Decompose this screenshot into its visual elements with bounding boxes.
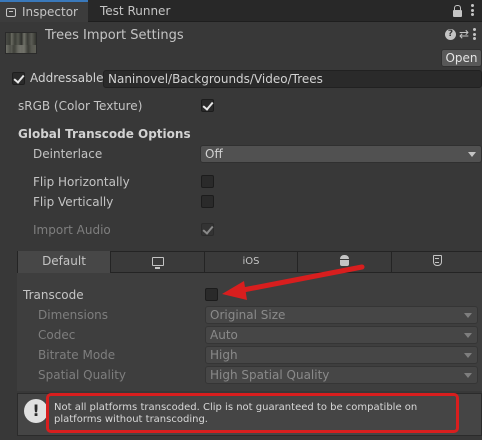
chevron-down-icon bbox=[468, 152, 476, 157]
tab-menu-icon[interactable] bbox=[470, 4, 476, 18]
bitrate-mode-value: High bbox=[210, 348, 238, 362]
flip-vertically-label: Flip Vertically bbox=[33, 195, 114, 209]
dimensions-dropdown[interactable]: Original Size bbox=[205, 306, 478, 324]
html5-icon bbox=[432, 255, 442, 266]
platform-tab-webgl[interactable] bbox=[392, 251, 482, 273]
inspector-icon bbox=[6, 8, 16, 17]
addressable-label: Addressable bbox=[30, 71, 104, 85]
addressable-checkbox[interactable] bbox=[12, 72, 25, 85]
codec-label: Codec bbox=[38, 328, 76, 342]
flip-vertically-checkbox[interactable] bbox=[201, 195, 214, 208]
deinterlace-label: Deinterlace bbox=[33, 147, 103, 161]
dimensions-label: Dimensions bbox=[38, 308, 109, 322]
settings-sliders-icon[interactable]: ⇄ bbox=[459, 28, 469, 41]
codec-value: Auto bbox=[210, 328, 238, 342]
global-transcode-heading: Global Transcode Options bbox=[18, 127, 191, 141]
flip-horizontally-checkbox[interactable] bbox=[201, 175, 214, 188]
platform-tab-ios[interactable]: iOS bbox=[205, 251, 298, 273]
chevron-down-icon bbox=[464, 353, 472, 358]
spatial-quality-dropdown[interactable]: High Spatial Quality bbox=[205, 366, 478, 384]
asset-thumbnail bbox=[5, 32, 37, 54]
codec-dropdown[interactable]: Auto bbox=[205, 326, 478, 344]
deinterlace-value: Off bbox=[205, 147, 223, 161]
platform-tab-standalone[interactable] bbox=[111, 251, 205, 273]
asset-title: Trees Import Settings bbox=[45, 28, 184, 43]
tab-inspector[interactable]: Inspector bbox=[0, 0, 88, 22]
srgb-label: sRGB (Color Texture) bbox=[18, 99, 143, 113]
platform-tab-default[interactable]: Default bbox=[17, 251, 111, 273]
bitrate-mode-label: Bitrate Mode bbox=[38, 348, 116, 362]
warning-icon: ! bbox=[24, 399, 48, 423]
android-icon bbox=[339, 255, 350, 266]
spatial-quality-label: Spatial Quality bbox=[38, 368, 127, 382]
srgb-checkbox[interactable] bbox=[201, 99, 214, 112]
warning-text: Not all platforms transcoded. Clip is no… bbox=[54, 402, 418, 425]
more-options-icon[interactable] bbox=[473, 28, 477, 42]
bitrate-mode-dropdown[interactable]: High bbox=[205, 346, 478, 364]
chevron-down-icon bbox=[464, 333, 472, 338]
address-field[interactable]: Naninovel/Backgrounds/Video/Trees bbox=[103, 70, 482, 88]
import-audio-checkbox[interactable] bbox=[201, 223, 214, 236]
dimensions-value: Original Size bbox=[210, 308, 286, 322]
import-audio-label: Import Audio bbox=[33, 223, 111, 237]
open-button[interactable]: Open bbox=[441, 49, 482, 67]
flip-horizontally-label: Flip Horizontally bbox=[33, 175, 130, 189]
deinterlace-dropdown[interactable]: Off bbox=[200, 145, 482, 163]
platform-tab-android[interactable] bbox=[298, 251, 392, 273]
lock-icon[interactable] bbox=[453, 5, 462, 17]
help-icon[interactable]: ? bbox=[445, 29, 456, 40]
monitor-icon bbox=[151, 257, 164, 269]
chevron-down-icon bbox=[464, 313, 472, 318]
transcode-checkbox[interactable] bbox=[205, 288, 218, 301]
tab-inspector-label: Inspector bbox=[22, 5, 78, 19]
tab-test-runner[interactable]: Test Runner bbox=[100, 0, 200, 22]
transcode-label: Transcode bbox=[23, 288, 84, 302]
spatial-quality-value: High Spatial Quality bbox=[210, 368, 330, 382]
chevron-down-icon bbox=[464, 373, 472, 378]
